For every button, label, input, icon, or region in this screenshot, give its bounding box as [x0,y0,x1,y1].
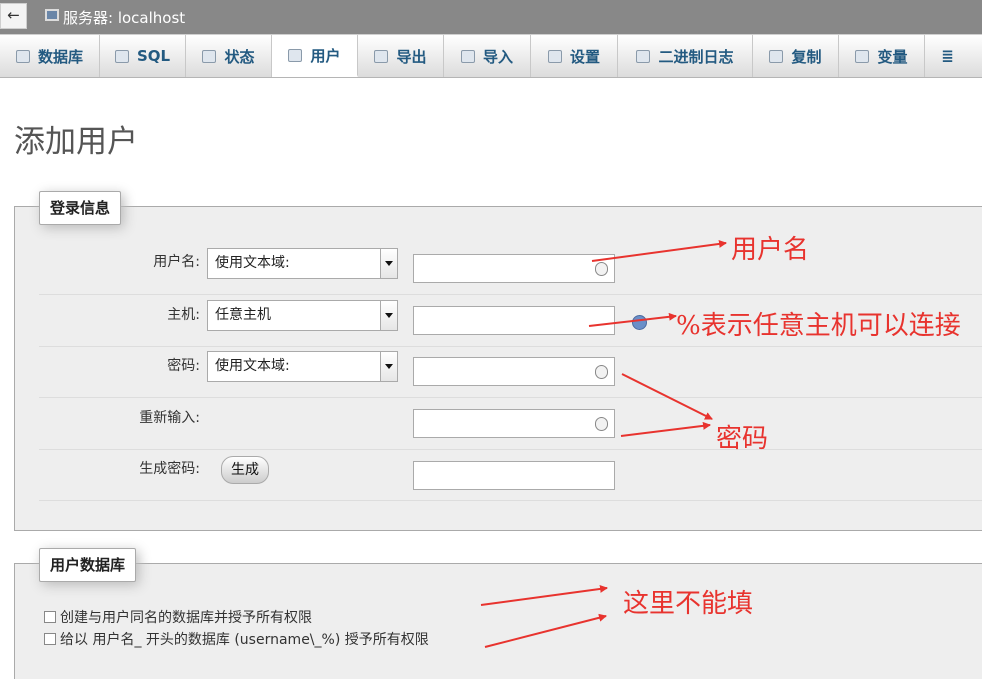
login-info-legend: 登录信息 [39,191,122,225]
wrench-icon [547,49,562,63]
password-label: 密码: [167,358,200,374]
import-icon [460,49,475,63]
export-icon [374,49,389,63]
back-button[interactable]: ← [0,3,27,29]
key-icon [595,417,608,431]
tab-settings[interactable]: 设置 [531,35,618,77]
db-annotation: 这里不能填 [623,589,754,619]
password-annotation: 密码 [716,424,769,454]
username-type-select[interactable]: 使用文本域: [207,248,398,279]
username-annotation: 用户名 [731,235,810,265]
tab-import[interactable]: 导入 [444,35,531,77]
grant-prefix-db-option[interactable]: 给以 用户名_ 开头的数据库 (username\_%) 授予所有权限 [44,629,429,649]
more-menu-icon: ≣ [941,47,954,65]
tab-variables[interactable]: 变量 [839,35,925,77]
users-icon [288,48,303,62]
help-icon[interactable] [632,315,647,330]
user-database-legend: 用户数据库 [39,548,137,582]
variables-icon [855,49,870,63]
host-annotation: %表示任意主机可以连接 [676,311,961,341]
replication-icon [769,49,784,63]
tab-sql[interactable]: SQL [100,35,186,77]
generated-password-input[interactable] [413,461,615,490]
username-input[interactable] [413,254,615,283]
reenter-password-input[interactable] [413,409,615,438]
password-input[interactable] [413,357,615,386]
key-icon [595,365,608,379]
generate-password-button[interactable]: 生成 [221,456,269,484]
server-icon [45,9,59,21]
database-icon [15,49,30,63]
create-same-name-db-option[interactable]: 创建与用户同名的数据库并授予所有权限 [44,607,312,627]
host-input[interactable] [413,306,615,335]
binlog-icon [636,49,651,63]
reenter-label: 重新输入: [139,410,200,426]
tab-users[interactable]: 用户 [272,35,358,77]
server-title[interactable]: 服务器: localhost [63,8,185,28]
status-icon [202,49,217,63]
create-same-name-db-checkbox[interactable] [44,611,56,623]
tab-binary-log[interactable]: 二进制日志 [618,35,753,77]
server-bar: ← 服务器: localhost [0,0,982,34]
tab-replication[interactable]: 复制 [753,35,839,77]
grant-prefix-db-checkbox[interactable] [44,633,56,645]
host-label: 主机: [167,307,200,323]
tab-more[interactable]: ≣ [925,35,970,77]
password-type-select[interactable]: 使用文本域: [207,351,398,382]
username-label: 用户名: [153,254,200,270]
user-field-icon [595,262,608,276]
chevron-down-icon [380,352,397,381]
tab-databases[interactable]: 数据库 [0,35,100,77]
chevron-down-icon [380,249,397,278]
tab-export[interactable]: 导出 [358,35,444,77]
page-title: 添加用户 [14,124,138,160]
tab-status[interactable]: 状态 [186,35,272,77]
host-type-select[interactable]: 任意主机 [207,300,398,331]
main-tabs: 数据库 SQL 状态 用户 导出 导入 设置 二进制日志 复制 变量 ≣ [0,34,982,78]
chevron-down-icon [380,301,397,330]
sql-icon [114,49,129,63]
generate-password-label: 生成密码: [139,461,200,477]
